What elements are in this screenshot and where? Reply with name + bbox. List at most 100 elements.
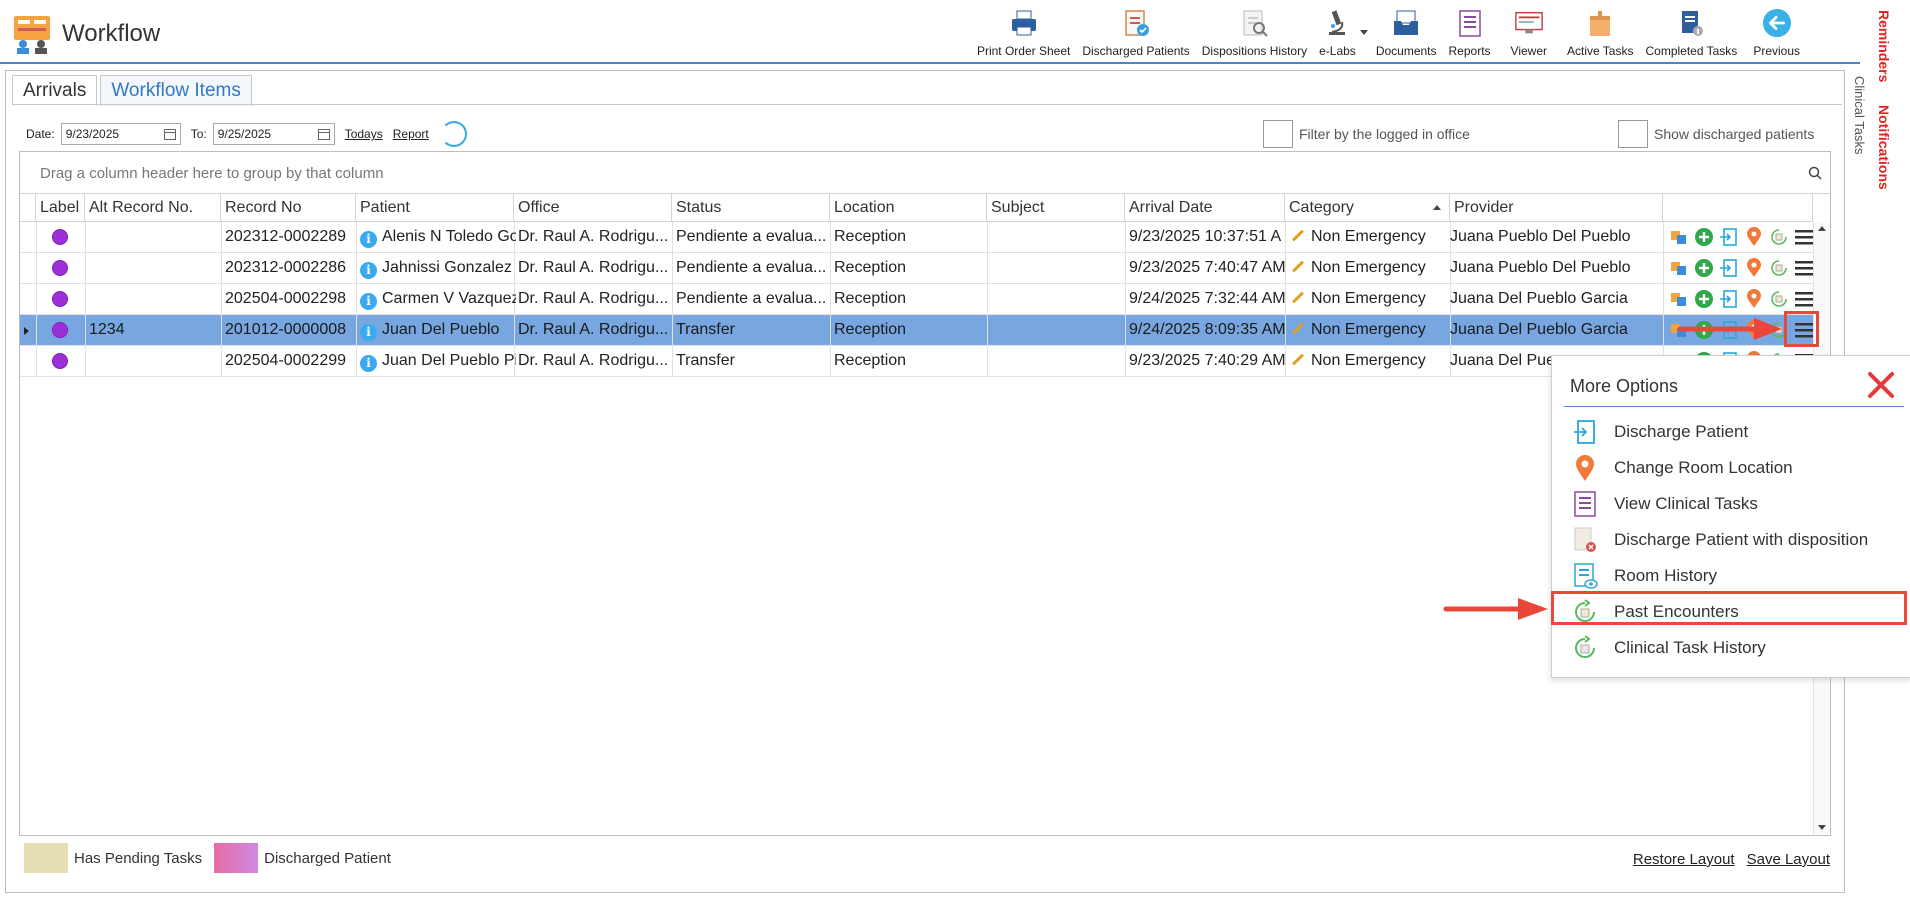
col-patient[interactable]: Patient: [356, 194, 514, 222]
discharge-icon[interactable]: [1718, 288, 1740, 310]
col-label[interactable]: Label: [36, 194, 85, 222]
info-icon[interactable]: i: [360, 355, 377, 372]
label-dot: [52, 291, 68, 307]
col-alt-record[interactable]: Alt Record No.: [85, 194, 221, 222]
col-category[interactable]: Category: [1285, 194, 1450, 222]
viewer-button[interactable]: Viewer: [1497, 4, 1561, 62]
reminders-tab[interactable]: Reminders: [1876, 10, 1892, 82]
e-labs-dropdown-icon[interactable]: [1359, 30, 1368, 35]
date-from-input[interactable]: 9/23/2025: [60, 123, 181, 145]
history-icon[interactable]: [1768, 226, 1790, 248]
search-icon[interactable]: [1808, 166, 1822, 180]
cell-text: 202504-0002298: [225, 290, 347, 307]
column-divider: [1125, 346, 1126, 377]
info-icon[interactable]: i: [360, 231, 377, 248]
menu-icon[interactable]: [1793, 226, 1815, 248]
calendar-icon[interactable]: [163, 128, 176, 140]
viewer-label: Viewer: [1510, 44, 1548, 58]
show-discharged-checkbox[interactable]: [1618, 120, 1648, 148]
add-icon[interactable]: [1693, 257, 1715, 279]
cell-text: Juana Del Pueblo Garcia: [1450, 290, 1628, 307]
restore-layout-link[interactable]: Restore Layout: [1633, 851, 1735, 868]
location-pin-icon[interactable]: [1743, 288, 1765, 310]
users-icon[interactable]: [1668, 226, 1690, 248]
cell-text: Dr. Raul A. Rodrigu...: [518, 352, 669, 369]
previous-button[interactable]: Previous: [1743, 4, 1810, 62]
row-indicator-icon: [24, 327, 29, 335]
scroll-down-icon[interactable]: [1818, 825, 1826, 830]
history-icon[interactable]: [1768, 257, 1790, 279]
menu-clinical-task-history[interactable]: Clinical Task History: [1564, 631, 1904, 665]
menu-label: Discharge Patient: [1614, 422, 1749, 441]
table-row[interactable]: 202504-0002299 i Juan Del Pueblo Pi Dr. Rau…: [20, 346, 1817, 377]
table-row[interactable]: 202312-0002289 i Alenis N Toledo Go Dr. Rau…: [20, 222, 1817, 253]
completed-tasks-button[interactable]: Completed Tasks: [1639, 4, 1743, 62]
cell-category: Non Emergency: [1289, 321, 1426, 339]
add-icon[interactable]: [1693, 226, 1715, 248]
users-icon[interactable]: [1668, 288, 1690, 310]
table-row[interactable]: 202312-0002286 i Jahnissi Gonzalez C Dr. Ra…: [20, 253, 1817, 284]
col-location[interactable]: Location: [830, 194, 987, 222]
info-icon[interactable]: i: [360, 293, 377, 310]
date-from-value: 9/23/2025: [65, 127, 120, 141]
cell-text: Reception: [834, 228, 907, 245]
refresh-icon[interactable]: [440, 121, 467, 147]
save-layout-link[interactable]: Save Layout: [1747, 851, 1830, 868]
discharged-patients-button[interactable]: Discharged Patients: [1076, 4, 1195, 62]
menu-icon[interactable]: [1793, 257, 1815, 279]
popup-divider: [1564, 406, 1904, 407]
col-subject[interactable]: Subject: [987, 194, 1125, 222]
scroll-up-icon[interactable]: [1818, 226, 1826, 231]
col-record-no[interactable]: Record No: [221, 194, 356, 222]
col-indicator: [20, 194, 36, 222]
info-icon[interactable]: i: [360, 324, 377, 341]
close-icon[interactable]: [1866, 370, 1896, 400]
col-provider[interactable]: Provider: [1450, 194, 1663, 222]
column-divider: [987, 253, 988, 284]
report-link[interactable]: Report: [393, 127, 429, 141]
date-to-input[interactable]: 9/25/2025: [212, 123, 335, 145]
tab-arrivals[interactable]: Arrivals: [12, 75, 98, 106]
documents-button[interactable]: Documents: [1370, 4, 1443, 62]
reports-button[interactable]: Reports: [1443, 4, 1497, 62]
menu-discharge-patient[interactable]: Discharge Patient: [1564, 415, 1904, 449]
column-divider: [356, 315, 357, 346]
active-tasks-button[interactable]: Active Tasks: [1561, 4, 1639, 62]
notifications-tab[interactable]: Notifications: [1876, 105, 1892, 190]
filter-office-checkbox[interactable]: [1263, 120, 1293, 148]
todays-link[interactable]: Todays: [345, 127, 383, 141]
menu-discharge-with-disposition[interactable]: Discharge Patient with disposition: [1564, 523, 1904, 557]
cell-provider: Juana Del Pueblo Garcia: [1450, 290, 1665, 308]
calendar-icon[interactable]: [317, 128, 330, 140]
popup-title: More Options: [1570, 376, 1679, 396]
dispositions-history-button[interactable]: Dispositions History: [1196, 4, 1313, 62]
table-row[interactable]: 1234 201012-0000008 i Juan Del Pueblo Dr. Ra…: [20, 315, 1817, 346]
col-office[interactable]: Office: [514, 194, 672, 222]
column-divider: [85, 346, 86, 377]
menu-icon[interactable]: [1793, 288, 1815, 310]
history-icon[interactable]: [1768, 288, 1790, 310]
tab-workflow-items[interactable]: Workflow Items: [100, 75, 252, 106]
e-labs-button[interactable]: e-Labs: [1313, 4, 1368, 62]
group-by-bar[interactable]: Drag a column header here to group by th…: [20, 152, 1830, 194]
clinical-tasks-tab[interactable]: Clinical Tasks: [1852, 76, 1867, 155]
cell-text: Dr. Raul A. Rodrigu...: [518, 321, 669, 338]
col-status[interactable]: Status: [672, 194, 830, 222]
col-arrival-date[interactable]: Arrival Date: [1125, 194, 1285, 222]
menu-room-history[interactable]: Room History: [1564, 559, 1904, 593]
menu-change-room-location[interactable]: Change Room Location: [1564, 451, 1904, 485]
microscope-icon: [1322, 7, 1352, 39]
discharge-icon[interactable]: [1718, 257, 1740, 279]
location-pin-icon[interactable]: [1743, 226, 1765, 248]
cell-arrival: 9/24/2025 8:09:35 AM: [1129, 321, 1287, 339]
add-icon[interactable]: [1693, 288, 1715, 310]
users-icon[interactable]: [1668, 257, 1690, 279]
location-pin-icon[interactable]: [1743, 257, 1765, 279]
print-order-sheet-button[interactable]: Print Order Sheet: [971, 4, 1076, 62]
menu-view-clinical-tasks[interactable]: View Clinical Tasks: [1564, 487, 1904, 521]
discharge-icon[interactable]: [1718, 226, 1740, 248]
table-row[interactable]: 202504-0002298 i Carmen V Vazquez Dr. Raul …: [20, 284, 1817, 315]
cell-provider: Juana Pueblo Del Pueblo: [1450, 259, 1665, 277]
cell-location: Reception: [834, 321, 906, 339]
info-icon[interactable]: i: [360, 262, 377, 279]
